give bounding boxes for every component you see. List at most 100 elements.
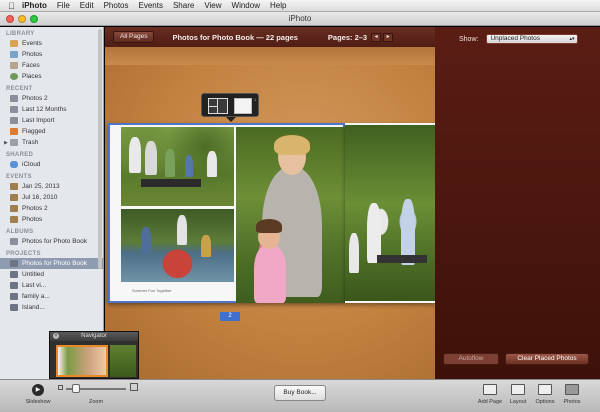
minimize-window-icon[interactable] — [18, 15, 26, 23]
event-icon — [10, 216, 18, 223]
sidebar-item-last-import[interactable]: Last Import — [0, 115, 103, 126]
previous-page-button[interactable]: ◂ — [371, 32, 382, 42]
section-projects-heading: PROJECTS — [6, 251, 41, 257]
book-icon — [10, 260, 18, 267]
sidebar-item-places[interactable]: Places — [0, 71, 103, 82]
menu-view[interactable]: View — [204, 1, 221, 10]
layout-label[interactable]: Layout — [505, 399, 531, 405]
sidebar-item-faces[interactable]: Faces — [0, 60, 103, 71]
page-number-badge: 2 — [220, 312, 240, 321]
source-list: LIBRARY Events Photos Faces Places RECEN… — [0, 27, 104, 379]
sidebar-item-event-jul-2010[interactable]: Jul 16, 2010 — [0, 192, 103, 203]
photos-icon — [10, 51, 18, 58]
photos-panel-icon[interactable] — [565, 384, 579, 395]
navigator-header: × Navigator — [50, 332, 138, 341]
photo-mother-daughter[interactable] — [236, 127, 347, 303]
page-indicator: Pages: 2–3 — [327, 32, 368, 42]
menu-share[interactable]: Share — [173, 1, 194, 10]
layout-icon[interactable] — [511, 384, 525, 395]
menu-help[interactable]: Help — [270, 1, 286, 10]
window-controls — [6, 15, 38, 23]
add-page-label[interactable]: Add Page — [472, 399, 508, 405]
sidebar-item-last-12-months[interactable]: Last 12 Months — [0, 104, 103, 115]
apple-icon[interactable]:  — [8, 1, 22, 11]
layout-single-icon[interactable] — [234, 98, 252, 114]
page-layout-popover: 1 — [201, 93, 259, 117]
zoom-in-icon[interactable] — [130, 383, 138, 391]
event-icon — [10, 205, 18, 212]
book-page-left[interactable]: Summer Fun Together — [108, 123, 347, 303]
zoom-out-icon[interactable] — [58, 385, 63, 390]
sidebar-item-project-last[interactable]: Last vi... — [0, 280, 103, 291]
menu-events[interactable]: Events — [138, 1, 162, 10]
sidebar-item-project-photo-book[interactable]: Photos for Photo Book — [0, 258, 103, 269]
flag-icon — [10, 128, 18, 135]
sidebar-scrollbar[interactable] — [98, 29, 102, 269]
options-label[interactable]: Options — [532, 399, 558, 405]
page-caption[interactable]: Summer Fun Together — [132, 288, 172, 293]
sidebar-item-event-photos[interactable]: Photos — [0, 214, 103, 225]
show-filter: Show: Unplaced Photos ▴▾ — [459, 34, 579, 44]
play-icon[interactable]: ▶ — [32, 384, 44, 396]
photo-family-table[interactable] — [121, 127, 234, 206]
autoflow-button[interactable]: Autoflow — [443, 353, 499, 365]
menu-file[interactable]: File — [57, 1, 70, 10]
disclosure-triangle-icon[interactable]: ▶ — [4, 140, 9, 146]
bottom-toolbar: ▶ Slideshow Zoom Buy Book... Add Page La… — [0, 379, 600, 412]
next-page-button[interactable]: ▸ — [383, 32, 394, 42]
close-window-icon[interactable] — [6, 15, 14, 23]
zoom-slider-handle[interactable] — [72, 384, 80, 393]
show-select[interactable]: Unplaced Photos ▴▾ — [486, 34, 579, 44]
layout-count: 1 — [254, 97, 257, 102]
photo-family-boat[interactable] — [121, 209, 234, 282]
trash-icon — [10, 139, 18, 146]
sidebar-item-icloud[interactable]: iCloud — [0, 159, 103, 170]
show-label: Show: — [459, 35, 479, 43]
buy-book-button[interactable]: Buy Book... — [274, 385, 326, 401]
event-icon — [10, 183, 18, 190]
sidebar-item-project-family[interactable]: family a... — [0, 291, 103, 302]
book-canvas[interactable]: 1 Summer Fun Together 2 — [105, 47, 435, 379]
book-title: Photos for Photo Book — 22 pages — [172, 32, 298, 42]
sidebar-item-photos-2[interactable]: Photos 2 — [0, 93, 103, 104]
event-icon — [10, 194, 18, 201]
sidebar-item-album-photo-book[interactable]: Photos for Photo Book — [0, 236, 103, 247]
menu-photos[interactable]: Photos — [104, 1, 129, 10]
album-icon — [10, 238, 18, 245]
slideshow-label: Slideshow — [25, 399, 51, 405]
menu-edit[interactable]: Edit — [80, 1, 94, 10]
album-icon — [10, 95, 18, 102]
chevron-up-down-icon: ▴▾ — [569, 36, 575, 42]
sidebar-item-event-jan-2013[interactable]: Jan 25, 2013 — [0, 181, 103, 192]
menu-bar:  iPhoto File Edit Photos Events Share V… — [0, 0, 600, 12]
navigator-viewport-thumbnail[interactable] — [56, 345, 108, 377]
cloud-icon — [10, 161, 18, 168]
menu-window[interactable]: Window — [232, 1, 260, 10]
options-icon[interactable] — [538, 384, 552, 395]
sidebar-item-events[interactable]: Events — [0, 38, 103, 49]
close-icon[interactable]: × — [53, 333, 59, 339]
navigator-panel[interactable]: × Navigator — [49, 331, 139, 379]
section-library-heading: LIBRARY — [6, 31, 35, 37]
sidebar-item-flagged[interactable]: Flagged — [0, 126, 103, 137]
navigator-page-thumbnail[interactable] — [110, 345, 136, 377]
photos-label[interactable]: Photos — [559, 399, 585, 405]
sidebar-item-event-photos-2[interactable]: Photos 2 — [0, 203, 103, 214]
sidebar-item-project-island[interactable]: Island... — [0, 302, 103, 313]
sidebar-item-photos[interactable]: Photos — [0, 49, 103, 60]
add-page-icon[interactable] — [483, 384, 497, 395]
sidebar-item-trash[interactable]: ▶ Trash — [0, 137, 103, 148]
clear-placed-photos-button[interactable]: Clear Placed Photos — [505, 353, 589, 365]
popover-caret — [226, 117, 236, 122]
navigator-title: Navigator — [81, 333, 107, 339]
menu-app-name[interactable]: iPhoto — [22, 1, 47, 10]
layout-grid-icon[interactable] — [208, 98, 228, 114]
faces-icon — [10, 62, 18, 69]
sidebar-item-project-untitled[interactable]: Untitled — [0, 269, 103, 280]
book-toolbar: All Pages Photos for Photo Book — 22 pag… — [105, 27, 435, 47]
book-page-right[interactable] — [345, 123, 435, 303]
zoom-window-icon[interactable] — [30, 15, 38, 23]
all-pages-button[interactable]: All Pages — [113, 31, 155, 43]
book-icon — [10, 271, 18, 278]
photo-family-barbecue[interactable] — [345, 125, 435, 301]
